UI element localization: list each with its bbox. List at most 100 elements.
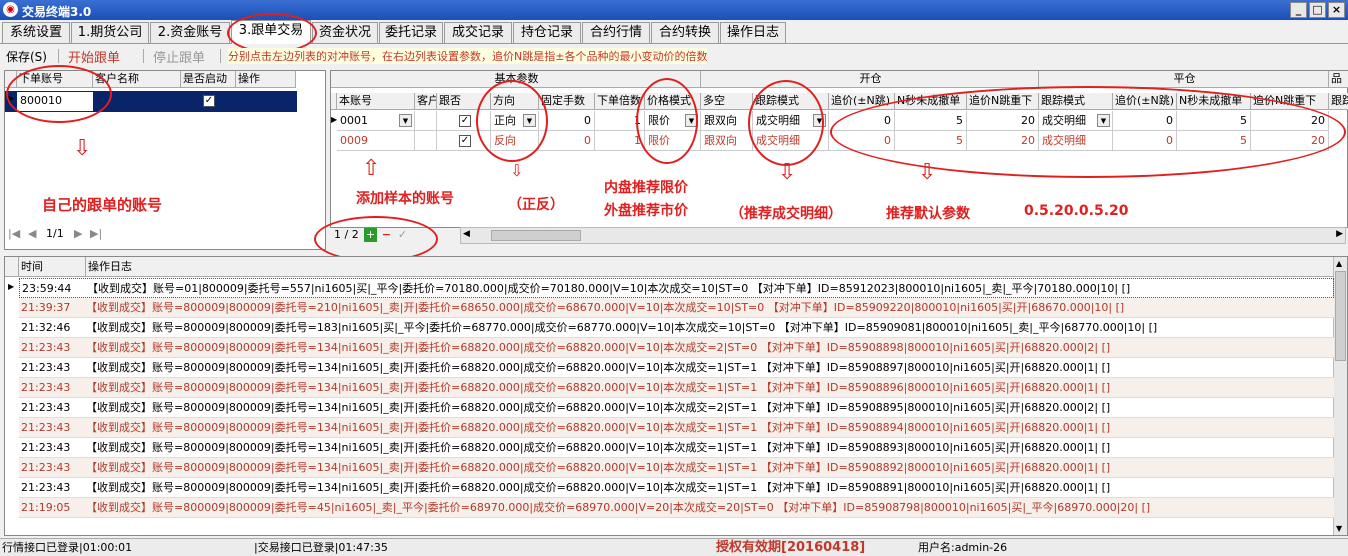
minimize-button[interactable]: _ <box>1290 2 1307 18</box>
col-operation-log[interactable]: 操作日志 <box>86 257 1336 277</box>
log-time: 21:39:37 <box>21 301 71 314</box>
tab-system-settings[interactable]: 系统设置 <box>2 22 70 43</box>
follow-checkbox[interactable]: ✓ <box>459 115 471 127</box>
maximize-button[interactable]: □ <box>1309 2 1326 18</box>
default-params-circle <box>830 86 1346 178</box>
client-cell[interactable] <box>415 111 437 131</box>
first-page-icon[interactable]: |◀ <box>8 226 20 242</box>
group-open: 开仓 <box>701 71 1039 88</box>
close-button[interactable]: × <box>1328 2 1345 18</box>
log-time: 21:23:43 <box>21 381 71 394</box>
tab-fund-account[interactable]: 2.资金账号 <box>150 22 230 43</box>
log-row[interactable]: 21:23:43 【收到成交】账号=800009|800009|委托号=134|n… <box>19 478 1334 498</box>
log-time: 21:32:46 <box>21 321 71 334</box>
col-long-short[interactable]: 多空 <box>701 93 753 110</box>
log-time: 21:23:43 <box>21 461 71 474</box>
log-row[interactable]: 21:19:05 【收到成交】账号=800009|800009|委托号=45|ni… <box>19 498 1334 518</box>
col-enabled[interactable]: 是否启动 <box>181 71 236 88</box>
scroll-right-icon[interactable]: ▶ <box>1336 229 1343 239</box>
own-account-circle <box>6 65 112 123</box>
log-row[interactable]: 23:59:44 【收到成交】账号=01|800009|委托号=557|ni160… <box>19 278 1334 298</box>
log-message: 【收到成交】账号=800009|800009|委托号=134|ni1605|_卖… <box>86 361 1111 374</box>
right-horizontal-scrollbar[interactable]: ◀ ▶ <box>460 227 1346 244</box>
col-fixed-lots[interactable]: 固定手数 <box>539 93 595 110</box>
start-copy-button[interactable]: 开始跟单 <box>68 47 120 66</box>
tab-operation-log[interactable]: 操作日志 <box>720 22 786 43</box>
tab-position-records[interactable]: 持仓记录 <box>513 22 581 43</box>
down-arrow-icon: ⇩ <box>778 160 797 185</box>
chevron-down-icon[interactable]: ▼ <box>399 114 412 127</box>
log-row[interactable]: 21:23:43 【收到成交】账号=800009|800009|委托号=134|n… <box>19 398 1334 418</box>
col-operation[interactable]: 操作 <box>236 71 296 88</box>
prev-page-icon[interactable]: ◀ <box>28 226 36 242</box>
scroll-up-icon[interactable]: ▲ <box>1336 259 1342 268</box>
own-account-select[interactable]: 0001 ▼ <box>337 111 415 131</box>
down-arrow-icon: ⇩ <box>510 161 524 180</box>
log-row[interactable]: 21:23:43 【收到成交】账号=800009|800009|委托号=134|n… <box>19 438 1334 458</box>
down-arrow-icon: ⇩ <box>918 160 937 185</box>
title-bar: ◉ 交易终端3.0 _ □ × <box>0 0 1348 20</box>
main-tabs: 系统设置 1.期货公司 2.资金账号 3.跟单交易 资金状况 委托记录 成交记录… <box>0 20 1348 44</box>
trade-status: |交易接口已登录|01:47:35 <box>254 541 388 554</box>
scroll-down-icon[interactable]: ▼ <box>1336 524 1342 533</box>
log-time: 21:23:43 <box>21 401 71 414</box>
tab-order-records[interactable]: 委托记录 <box>379 22 443 43</box>
tab-contract-convert[interactable]: 合约转换 <box>651 22 719 43</box>
log-time: 21:23:43 <box>21 421 71 434</box>
last-page-icon[interactable]: ▶| <box>90 226 102 242</box>
window-title: 交易终端3.0 <box>22 5 92 19</box>
scroll-left-icon[interactable]: ◀ <box>463 229 470 239</box>
tab-fund-status[interactable]: 资金状况 <box>312 22 378 43</box>
app-icon: ◉ <box>3 2 18 17</box>
log-row[interactable]: 21:23:43 【收到成交】账号=800009|800009|委托号=134|n… <box>19 358 1334 378</box>
tab-futures-company[interactable]: 1.期货公司 <box>71 22 149 43</box>
log-row[interactable]: 21:32:46 【收到成交】账号=800009|800009|委托号=183|n… <box>19 318 1334 338</box>
log-message: 【收到成交】账号=800009|800009|委托号=210|ni1605|_卖… <box>86 301 1125 314</box>
annotation-direction: （正反） <box>508 197 564 213</box>
annotation-default-rec: 推荐默认参数 <box>886 206 970 222</box>
annotation-track-rec: （推荐成交明细） <box>730 206 842 222</box>
client-cell[interactable] <box>415 131 437 151</box>
log-row[interactable]: 21:23:43 【收到成交】账号=800009|800009|委托号=134|n… <box>19 378 1334 398</box>
down-arrow-icon: ⇩ <box>73 136 92 161</box>
log-message: 【收到成交】账号=800009|800009|委托号=134|ni1605|_卖… <box>86 381 1111 394</box>
fixed-lots-cell[interactable]: 0 <box>539 131 595 151</box>
col-own-account[interactable]: 本账号 <box>337 93 415 110</box>
annotation-price-rec-line1: 内盘推荐限价 <box>604 180 688 196</box>
up-arrow-icon: ⇧ <box>362 156 381 181</box>
log-row[interactable]: 21:23:43 【收到成交】账号=800009|800009|委托号=134|n… <box>19 418 1334 438</box>
col-client[interactable]: 客户 <box>415 93 437 110</box>
col-time[interactable]: 时间 <box>19 257 86 277</box>
col-track-extra[interactable]: 跟踪 <box>1329 93 1348 110</box>
own-account-value: 0001 <box>340 114 368 127</box>
scroll-thumb[interactable] <box>491 230 581 241</box>
log-vertical-scrollbar[interactable]: ▲ ▼ <box>1333 257 1347 535</box>
log-message: 【收到成交】账号=800009|800009|委托号=134|ni1605|_卖… <box>86 481 1111 494</box>
log-message: 【收到成交】账号=800009|800009|委托号=134|ni1605|_卖… <box>86 441 1111 454</box>
log-row[interactable]: 21:23:43 【收到成交】账号=800009|800009|委托号=134|n… <box>19 338 1334 358</box>
save-button[interactable]: 保存(S) <box>6 48 47 65</box>
own-account-cell[interactable]: 0009 <box>337 131 415 151</box>
row-pointer-icon: ▶ <box>8 282 15 291</box>
long-short-cell[interactable]: 跟双向 <box>701 131 753 151</box>
log-message: 【收到成交】账号=800009|800009|委托号=134|ni1605|_卖… <box>86 341 1111 354</box>
long-short-cell[interactable]: 跟双向 <box>701 111 753 131</box>
log-time: 23:59:44 <box>22 282 72 295</box>
stop-copy-button[interactable]: 停止跟单 <box>153 47 205 66</box>
log-time: 21:23:43 <box>21 361 71 374</box>
row-header-corner <box>5 257 19 277</box>
log-row[interactable]: 21:23:43 【收到成交】账号=800009|800009|委托号=134|n… <box>19 458 1334 478</box>
annotation-price-rec-line2: 外盘推荐市价 <box>604 203 688 219</box>
follow-checkbox[interactable]: ✓ <box>459 135 471 147</box>
scroll-thumb[interactable] <box>1335 271 1346 361</box>
enabled-checkbox[interactable]: ✓ <box>203 95 215 107</box>
next-page-icon[interactable]: ▶ <box>74 226 82 242</box>
license-status: 授权有效期[20160418] <box>716 540 866 555</box>
log-message: 【收到成交】账号=800009|800009|委托号=134|ni1605|_卖… <box>86 401 1111 414</box>
log-row[interactable]: 21:39:37 【收到成交】账号=800009|800009|委托号=210|n… <box>19 298 1334 318</box>
log-time: 21:23:43 <box>21 481 71 494</box>
left-pager: 1/1 <box>46 227 64 240</box>
annotation-add-sample: 添加样本的账号 <box>356 191 454 207</box>
tab-contract-quotes[interactable]: 合约行情 <box>582 22 650 43</box>
tab-trade-records[interactable]: 成交记录 <box>444 22 512 43</box>
